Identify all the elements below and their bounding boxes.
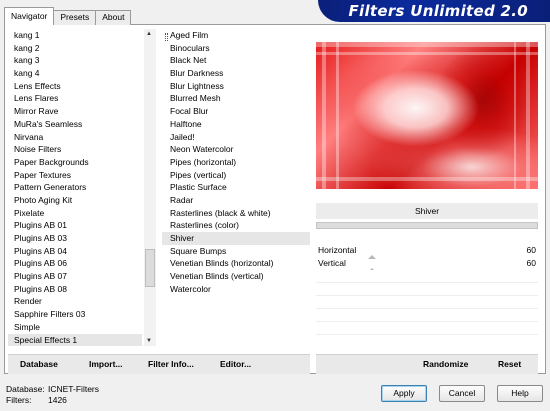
category-scrollbar[interactable]: ▲ ▼ (144, 29, 156, 346)
scroll-down-icon[interactable]: ▼ (146, 338, 152, 344)
param-horizontal[interactable]: Horizontal 60 (316, 244, 538, 259)
filter-list[interactable]: Aged Film Binoculars Black Net Blur Darknes… (162, 29, 310, 346)
filter-item[interactable]: Halftone (162, 118, 310, 131)
randomize-button[interactable]: Randomize (423, 359, 468, 369)
preview-image (316, 42, 538, 189)
filters-count: 1426 (48, 395, 67, 405)
filter-item[interactable]: Aged Film (162, 29, 310, 42)
filter-divider (316, 222, 538, 229)
category-item[interactable]: Plugins AB 08 (8, 283, 142, 296)
filter-item[interactable]: Binoculars (162, 42, 310, 55)
category-item[interactable]: MuRa's Seamless (8, 118, 142, 131)
preview-stripe (526, 42, 530, 189)
category-item[interactable]: Photo Aging Kit (8, 194, 142, 207)
preview-stripe (514, 42, 516, 189)
preview-stripe (322, 42, 326, 189)
preview-effect (316, 42, 538, 189)
right-button-bar: Randomize Reset (316, 354, 538, 374)
editor-button[interactable]: Editor... (220, 359, 251, 369)
filter-name-label: Shiver (316, 203, 538, 219)
filter-item[interactable]: Blurred Mesh (162, 92, 310, 105)
category-item[interactable]: kang 2 (8, 42, 142, 55)
tab-navigator[interactable]: Navigator (4, 7, 55, 25)
category-item[interactable]: Special Effects 1 (8, 333, 142, 346)
filter-item[interactable]: Pipes (horizontal) (162, 156, 310, 169)
filter-item[interactable]: Black Net (162, 54, 310, 67)
filter-item[interactable]: Neon Watercolor (162, 143, 310, 156)
tab-presets[interactable]: Presets (53, 10, 97, 25)
category-item[interactable]: Sapphire Filters 03 (8, 308, 142, 321)
filter-item[interactable]: Venetian Blinds (horizontal) (162, 257, 310, 270)
filter-item[interactable]: Rasterlines (color) (162, 219, 310, 232)
category-item[interactable]: Simple (8, 321, 142, 334)
scroll-thumb[interactable] (145, 249, 155, 287)
database-button[interactable]: Database (20, 359, 58, 369)
category-item[interactable]: kang 1 (8, 29, 142, 42)
category-item[interactable]: Pattern Generators (8, 181, 142, 194)
filters-label: Filters: (6, 395, 32, 405)
param-label: Vertical (318, 258, 346, 268)
filter-item[interactable]: Blur Lightness (162, 80, 310, 93)
category-item[interactable]: kang 4 (8, 67, 142, 80)
drag-grip-icon (165, 33, 168, 41)
database-value: ICNET-Filters (48, 384, 99, 394)
category-item[interactable]: Plugins AB 01 (8, 219, 142, 232)
preview-stripe (316, 177, 538, 181)
parameter-list: Horizontal 60 Vertical 60 (316, 244, 538, 272)
category-item[interactable]: Lens Effects (8, 80, 142, 93)
param-label: Horizontal (318, 245, 357, 255)
filter-item[interactable]: Venetian Blinds (vertical) (162, 270, 310, 283)
help-button[interactable]: Help (497, 385, 543, 402)
filter-item[interactable]: Radar (162, 194, 310, 207)
param-value: 60 (526, 245, 536, 255)
preview-stripe (336, 42, 339, 189)
param-value: 60 (526, 258, 536, 268)
category-item[interactable]: kang 3 (8, 54, 142, 67)
filter-item[interactable]: Pipes (vertical) (162, 169, 310, 182)
preview-stripe (316, 52, 538, 55)
filter-item[interactable]: Shiver (162, 232, 310, 245)
import-button[interactable]: Import... (89, 359, 123, 369)
category-item[interactable]: Plugins AB 06 (8, 257, 142, 270)
filter-item[interactable]: Jailed! (162, 131, 310, 144)
cancel-button[interactable]: Cancel (439, 385, 485, 402)
category-item[interactable]: Render (8, 295, 142, 308)
filter-item[interactable]: Rasterlines (black & white) (162, 207, 310, 220)
category-item[interactable]: Plugins AB 04 (8, 245, 142, 258)
left-button-bar: Database Import... Filter Info... Editor… (8, 354, 310, 374)
filter-item[interactable]: Focal Blur (162, 105, 310, 118)
filter-item[interactable]: Blur Darkness (162, 67, 310, 80)
category-item[interactable]: Lens Flares (8, 92, 142, 105)
category-item[interactable]: Paper Textures (8, 169, 142, 182)
category-item[interactable]: Paper Backgrounds (8, 156, 142, 169)
empty-parameter-rows (316, 270, 538, 346)
category-item[interactable]: Pixelate (8, 207, 142, 220)
category-item[interactable]: Plugins AB 07 (8, 270, 142, 283)
filter-info-button[interactable]: Filter Info... (148, 359, 194, 369)
tab-about[interactable]: About (95, 10, 132, 25)
scroll-up-icon[interactable]: ▲ (146, 31, 152, 37)
title-banner: Filters Unlimited 2.0 (318, 0, 550, 22)
database-label: Database: (6, 384, 45, 394)
tab-bar: Navigator Presets About (4, 7, 132, 25)
banner-title: Filters Unlimited 2.0 (348, 2, 528, 20)
filter-item[interactable]: Square Bumps (162, 245, 310, 258)
apply-button[interactable]: Apply (381, 385, 427, 402)
preview-stripe (316, 42, 538, 47)
category-list[interactable]: kang 1 kang 2 kang 3 kang 4 Lens Effects Lens… (8, 29, 142, 346)
category-item[interactable]: Noise Filters (8, 143, 142, 156)
param-vertical[interactable]: Vertical 60 (316, 257, 538, 272)
category-item[interactable]: Mirror Rave (8, 105, 142, 118)
filter-item[interactable]: Plastic Surface (162, 181, 310, 194)
category-item[interactable]: Plugins AB 03 (8, 232, 142, 245)
filter-item[interactable]: Watercolor (162, 283, 310, 296)
category-item[interactable]: Nirvana (8, 131, 142, 144)
reset-button[interactable]: Reset (498, 359, 521, 369)
